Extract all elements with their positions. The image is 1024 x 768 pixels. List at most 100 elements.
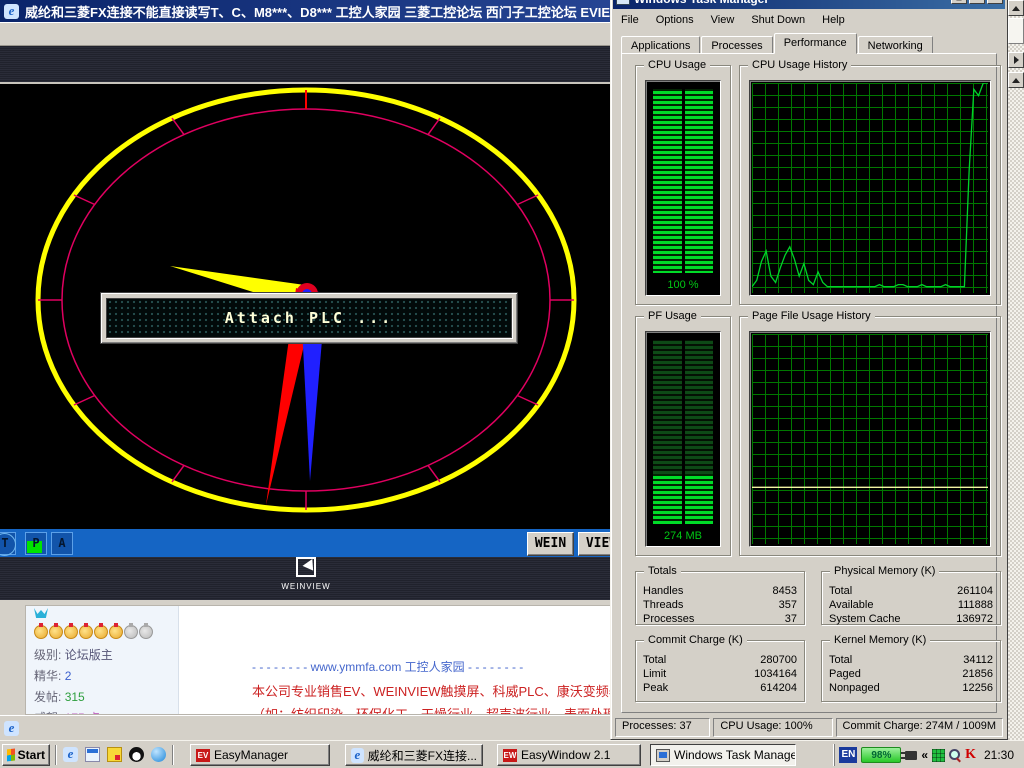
pf-history-chart: [749, 331, 991, 547]
task-manager-window: Windows Task Manager _ □ × File Options …: [610, 0, 1008, 740]
menu-options[interactable]: Options: [656, 14, 694, 26]
totals-group: Totals Handles8453 Threads357 Processes3…: [635, 571, 805, 625]
user-stat-row: 级别: 论坛版主: [34, 646, 170, 663]
medal-icon: [64, 625, 78, 639]
stat-row: Nonpaged12256: [822, 681, 1000, 695]
easymanager-icon: EV: [196, 749, 210, 762]
tray-expand-chevron[interactable]: «: [921, 748, 928, 762]
ie-status-icon: e: [4, 721, 19, 736]
hmi-p-button[interactable]: P: [25, 532, 47, 555]
forum-user-panel: 级别: 论坛版主 精华: 2 发帖: 315 威望: 175 点 下载积分: 3…: [26, 606, 179, 714]
cpu-history-chart: [749, 80, 991, 296]
battery-indicator[interactable]: 98%: [861, 747, 901, 763]
commit-charge-group-title: Commit Charge (K): [644, 634, 747, 646]
task-manager-menu-bar: File Options View Shut Down Help: [613, 11, 1005, 29]
language-indicator[interactable]: EN: [839, 747, 857, 763]
tab-performance[interactable]: Performance: [774, 33, 857, 54]
pf-history-group-title: Page File Usage History: [748, 310, 875, 322]
hmi-a-button[interactable]: A: [51, 532, 73, 555]
start-button[interactable]: Start: [2, 744, 50, 766]
up-arrow-icon: [1012, 74, 1020, 83]
attach-plc-dialog: Attach PLC ...: [100, 292, 518, 344]
weinview-icon-label: WEINVIEW: [278, 582, 334, 591]
taskbar-button-easymanager[interactable]: EV EasyManager: [190, 744, 330, 766]
cpu-history-group-title: CPU Usage History: [748, 59, 851, 71]
stat-row: Paged21856: [822, 667, 1000, 681]
commit-charge-group: Commit Charge (K) Total280700 Limit10341…: [635, 640, 805, 702]
quicklaunch-ie-icon[interactable]: e: [62, 746, 79, 763]
menu-help[interactable]: Help: [822, 14, 845, 26]
monitor-icon: [656, 749, 670, 762]
weinview-desktop-icon[interactable]: WEINVIEW: [278, 557, 334, 591]
task-manager-title-bar[interactable]: Windows Task Manager: [613, 0, 1005, 9]
taskbar-button-easywindow[interactable]: EW EasyWindow 2.1: [497, 744, 641, 766]
right-arrow-icon: [1014, 56, 1023, 64]
taskbar: Start e EV EasyManager e 威纶和三菱FX连接... EW…: [0, 740, 1024, 768]
scroll-up-button[interactable]: [1008, 0, 1024, 16]
pf-usage-meter: 274 MB: [645, 331, 721, 547]
tray-antivirus-icon[interactable]: K: [965, 747, 976, 763]
taskbar-button-browser[interactable]: e 威纶和三菱FX连接...: [345, 744, 483, 766]
stat-row: Peak614204: [636, 681, 804, 695]
menu-view[interactable]: View: [711, 14, 735, 26]
quicklaunch-qq-icon[interactable]: [128, 746, 145, 763]
close-button[interactable]: ×: [987, 0, 1003, 4]
medal-icon: [79, 625, 93, 639]
cpu-usage-value: 100 %: [646, 279, 720, 291]
tray-magnifier-icon[interactable]: [949, 749, 961, 761]
stat-row: Total280700: [636, 653, 804, 667]
taskbar-button-task-manager[interactable]: Windows Task Manager: [650, 744, 796, 766]
windows-flag-icon: [7, 749, 15, 762]
menu-file[interactable]: File: [621, 14, 639, 26]
attach-plc-dialog-inner: Attach PLC ...: [106, 298, 512, 338]
weinview-icon-glyph: [296, 557, 316, 577]
user-stat-row: 精华: 2: [34, 667, 170, 684]
attach-plc-message: Attach PLC ...: [225, 309, 393, 327]
scrollbar-thumb[interactable]: [1008, 18, 1024, 44]
maximize-button[interactable]: □: [969, 0, 985, 4]
medal-icon: [34, 625, 48, 639]
stat-row: Total261104: [822, 584, 1000, 598]
task-manager-title-text: Windows Task Manager: [634, 0, 769, 6]
medal-icon: [124, 625, 138, 639]
pf-usage-group-title: PF Usage: [644, 310, 701, 322]
browser-title-text: 威纶和三菱FX连接不能直接读写T、C、M8***、D8*** 工控人家园 三菱工…: [25, 2, 622, 21]
medal-row: [34, 625, 170, 642]
stat-row: System Cache136972: [822, 612, 1000, 626]
totals-group-title: Totals: [644, 565, 681, 577]
minimize-button[interactable]: _: [951, 0, 967, 4]
physical-memory-group: Physical Memory (K) Total261104 Availabl…: [821, 571, 1001, 625]
taskbar-clock: 21:30: [980, 748, 1018, 762]
hmi-t-button[interactable]: T: [0, 532, 16, 555]
tab-applications[interactable]: Applications: [621, 36, 700, 54]
tab-networking[interactable]: Networking: [858, 36, 933, 54]
status-cpu-usage: CPU Usage: 100%: [713, 718, 832, 737]
physical-memory-group-title: Physical Memory (K): [830, 565, 939, 577]
tab-processes[interactable]: Processes: [701, 36, 772, 54]
cpu-usage-group-title: CPU Usage: [644, 59, 710, 71]
quicklaunch-window-icon[interactable]: [84, 746, 101, 763]
pf-history-group: Page File Usage History: [739, 316, 1001, 556]
scroll-corner-button[interactable]: [1008, 72, 1024, 88]
tray-network-icon[interactable]: [932, 749, 945, 762]
quicklaunch-easymanager-icon[interactable]: [106, 746, 123, 763]
status-commit-charge: Commit Charge: 274M / 1009M: [836, 718, 1003, 737]
pf-usage-value: 274 MB: [646, 530, 720, 542]
medal-icon: [109, 625, 123, 639]
taskbar-divider: [55, 745, 57, 765]
menu-shutdown[interactable]: Shut Down: [751, 14, 805, 26]
stat-row: Handles8453: [636, 584, 804, 598]
task-manager-tabs: Applications Processes Performance Netwo…: [621, 33, 997, 54]
scroll-right-button[interactable]: [1008, 52, 1024, 68]
stat-row: Processes37: [636, 612, 804, 626]
taskbar-divider: [172, 745, 174, 765]
up-arrow-icon: [1012, 2, 1020, 11]
wein-button[interactable]: WEIN: [527, 532, 574, 556]
user-badge-icon: [34, 608, 48, 618]
browser-vertical-scrollbar[interactable]: [1008, 0, 1024, 740]
cpu-usage-meter: 100 %: [645, 80, 721, 296]
power-plug-icon: [905, 751, 917, 760]
easywindow-icon: EW: [503, 749, 517, 762]
cpu-history-group: CPU Usage History: [739, 65, 1001, 305]
quicklaunch-messenger-icon[interactable]: [150, 746, 167, 763]
